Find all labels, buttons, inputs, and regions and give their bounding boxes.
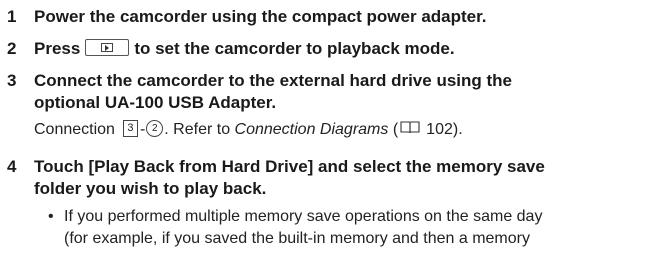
bullet-dot: • xyxy=(48,208,54,225)
reference-title: Connection Diagrams xyxy=(234,121,389,138)
step-line: Connect the camcorder to the external ha… xyxy=(34,71,512,90)
bullet-line: If you performed multiple memory save op… xyxy=(64,208,543,225)
step-text-after: to set the camcorder to playback mode. xyxy=(134,39,455,58)
bullet-line: (for example, if you saved the built-in … xyxy=(64,230,530,247)
note-paren-open: ( xyxy=(388,121,399,138)
step-text-before: Press xyxy=(34,39,81,58)
step-number: 4 xyxy=(7,157,17,176)
playback-button-icon xyxy=(85,39,130,57)
step-number: 3 xyxy=(7,71,17,90)
step-number: 2 xyxy=(7,39,17,58)
step-text: Touch [Play Back from Hard Drive] and se… xyxy=(34,156,664,200)
connection-note: Connection 3-2. Refer to Connection Diagr… xyxy=(34,119,664,141)
connection-number-box: 3 xyxy=(122,120,138,138)
manual-reference-icon xyxy=(400,121,420,134)
page-reference: 102 xyxy=(426,121,453,138)
note-mid: . Refer to xyxy=(164,121,235,138)
step-line: optional UA-100 USB Adapter. xyxy=(34,93,277,112)
note-dash: - xyxy=(139,121,146,138)
connection-circle-number: 2 xyxy=(146,120,164,138)
list-item: • If you performed multiple memory save … xyxy=(48,206,668,250)
instruction-page: 1 Power the camcorder using the compact … xyxy=(0,0,671,266)
step-text: Connect the camcorder to the external ha… xyxy=(34,70,664,114)
note-paren-close: ). xyxy=(452,121,463,138)
step-text: Power the camcorder using the compact po… xyxy=(34,7,487,26)
note-prefix: Connection xyxy=(34,121,115,138)
step-text: Press to set the camcorder to playback mo… xyxy=(34,38,664,60)
step-number: 1 xyxy=(7,7,17,26)
step-line: Touch [Play Back from Hard Drive] and se… xyxy=(34,157,545,176)
bullet-list: • If you performed multiple memory save … xyxy=(48,206,668,250)
step-line: folder you wish to play back. xyxy=(34,179,267,198)
